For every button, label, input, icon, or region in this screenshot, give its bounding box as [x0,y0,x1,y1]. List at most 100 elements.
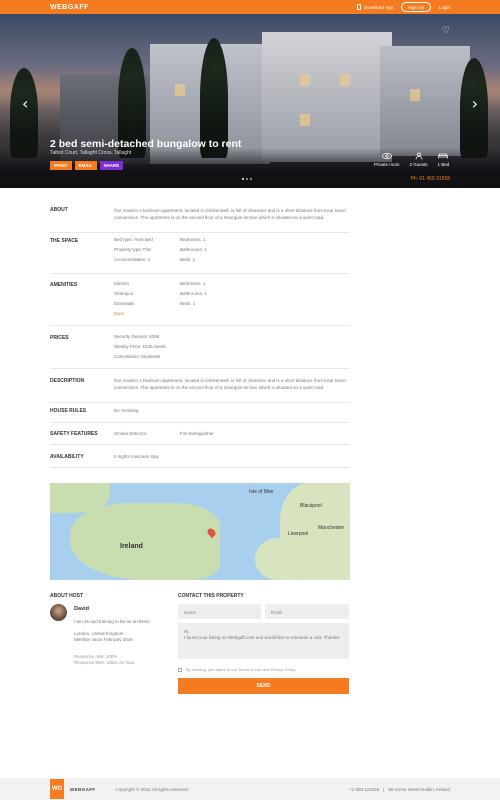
feature-label: 2 Guests [409,162,428,167]
space-item: Property type: Flat [114,247,151,252]
map-label-isle-of-man: Isle of Man [249,489,274,495]
map-label-ireland: Ireland [120,543,143,550]
hero-building [380,46,470,156]
space-item: Bedrooms: 1 [180,237,206,242]
terms-label: By sending, you agree to our Terms of Us… [186,667,296,672]
carousel-dot[interactable] [242,178,244,180]
amenity-item: Beds: 1 [180,301,196,306]
section-label: SAFETY FEATURES [50,431,98,437]
contact-section-title: CONTACT THIS PROPERTY [178,593,244,599]
space-item: Beds: 1 [180,257,196,262]
phone-icon [357,4,361,10]
feature-private-room: Private room [374,152,400,167]
listing-actions: PRINT EMAIL SHARE [50,161,124,170]
site-logo[interactable]: WEBGAFF [50,4,89,11]
description-text: Our modern 4 bedroom apartment, located … [114,378,346,390]
host-name: David [74,606,89,612]
space-col2: Bedrooms: 1 Bathrooms: 1 Beds: 1 [180,236,207,263]
footer: WG WEBGAFF Copyright © 2016 All rights r… [0,778,500,800]
hero-tree [10,68,38,158]
hero-window [300,74,310,86]
top-nav: Download App Sign Up Login [357,2,450,12]
amenities-col2: Bedrooms: 1 Bathrooms: 1 Beds: 1 [180,280,207,307]
space-item: Accommodates: 2 [114,257,151,262]
section-label: AVAILABILITY [50,454,84,460]
section-label: AMENITIES [50,282,78,288]
terms-checkbox[interactable] [178,667,182,672]
footer-phone: +1 550 123456 [349,786,380,792]
top-navbar: WEBGAFF Download App Sign Up Login [0,0,500,14]
amenity-item: Kitchen [114,281,130,286]
host-response-time: Response time: within an hour [74,660,135,665]
safety-item: Smoke Detector [114,431,147,436]
send-button[interactable]: SEND [178,678,349,694]
terms-agreement: By sending, you agree to our Terms of Us… [178,667,296,672]
download-app-link[interactable]: Download App [357,4,393,10]
feature-label: 1 Bed [437,162,450,167]
section-label: ABOUT [50,207,68,213]
map-label-manchester: Manchester [318,525,345,531]
favorite-heart-icon[interactable]: ♡ [442,26,450,36]
about-text: Our modern 4 bedroom apartment, located … [114,208,346,220]
name-field[interactable]: Name [178,604,261,619]
host-response: Response rate: 100% Response time: withi… [74,654,135,666]
person-icon [415,152,422,160]
section-availability: AVAILABILITY 2 nights minimum stay [50,454,350,468]
map-label-blackpool: Blackpool [300,503,322,509]
price-item: Security Deposit: €286 [114,334,160,339]
location-map[interactable]: Ireland Isle of Man Liverpool Manchester… [50,483,350,580]
login-link[interactable]: Login [439,5,450,10]
space-col1: Bed type: Real Bed Property type: Flat A… [114,236,153,263]
footer-logo-mark[interactable]: WG [50,779,64,799]
email-field[interactable]: Email [265,604,349,619]
email-button[interactable]: EMAIL [74,161,97,170]
amenity-item: Bedrooms: 1 [180,281,206,286]
section-label: DESCRIPTION [50,378,85,384]
host-avatar[interactable] [50,604,67,621]
amenity-item: Bathrooms: 1 [180,291,207,296]
section-space: THE SPACE Bed type: Real Bed Property ty… [50,236,350,274]
carousel-dots [242,178,252,180]
space-item: Bed type: Real Bed [114,237,153,242]
space-item: Bathrooms: 1 [180,247,207,252]
prices-list: Security Deposit: €286 Weekly Price: €42… [114,333,166,360]
host-member-since: Member since February 2016 [74,637,133,642]
host-bio: I am 25 and training to be an architect. [74,619,151,624]
hero-window [340,74,350,86]
safety-item: Fire Extinguisher [180,431,214,436]
footer-separator: | [383,786,385,792]
footer-address: 69 Some Street Dublin, Ireland [388,786,450,792]
next-arrow-icon[interactable]: › [472,94,478,113]
feature-beds: 1 Bed [437,152,450,167]
availability-text: 2 nights minimum stay [114,454,159,459]
price-item: Weekly Price: €426 /week [114,344,166,349]
contact-phone[interactable]: Ph: 01 450 31558 [411,176,450,182]
host-meta: London, United Kingdom Member since Febr… [74,631,133,643]
house-rules-text: No Smoking [114,408,139,413]
carousel-dot[interactable] [250,178,252,180]
amenities-more-link[interactable]: More [114,310,135,317]
message-field[interactable]: Hi, I found your listing on Webgaff.com … [178,623,349,659]
section-label: THE SPACE [50,238,79,244]
print-button[interactable]: PRINT [50,161,72,170]
feature-label: Private room [374,162,400,167]
sign-up-button[interactable]: Sign Up [400,2,431,12]
amenity-item: Shampoo [114,291,134,296]
section-description: DESCRIPTION Our modern 4 bedroom apartme… [50,377,350,403]
section-label: HOUSE RULES [50,408,87,414]
carousel-dot[interactable] [246,178,248,180]
section-prices: PRICES Security Deposit: €286 Weekly Pri… [50,333,350,369]
share-button[interactable]: SHARE [99,161,124,170]
prev-arrow-icon[interactable]: ‹ [22,94,28,113]
amenity-item: Essentials [114,301,135,306]
listing-address: Talbot Court, Tallaght Cross, Tallaght [50,150,132,156]
section-safety: SAFETY FEATURES Smoke Detector Fire Exti… [50,431,350,445]
hero-building [262,32,392,162]
map-land-wales [255,538,300,580]
footer-contact: +1 550 123456 | 69 Some Street Dublin, I… [349,787,450,792]
section-amenities: AMENITIES Kitchen Shampoo Essentials Mor… [50,280,350,326]
feature-guests: 2 Guests [410,152,428,167]
footer-copyright: Copyright © 2016 All rights reserved. [115,786,189,792]
eye-icon [381,152,392,160]
section-about: ABOUT Our modern 4 bedroom apartment, lo… [50,207,350,233]
